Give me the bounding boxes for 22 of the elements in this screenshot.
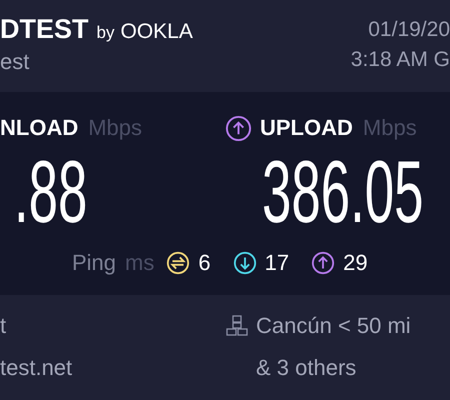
test-time: 3:18 AM G (350, 48, 450, 72)
ping-unit: ms (125, 250, 154, 276)
speed-value: 386.05 (262, 148, 424, 236)
ping-value: 29 (343, 250, 368, 276)
unit-label: Mbps (362, 115, 417, 141)
ping-value: 6 (198, 250, 211, 276)
speed-value: .88 (14, 148, 88, 236)
provider-host: test.net (0, 355, 74, 381)
subtitle: est (0, 49, 30, 75)
ping-value: 17 (264, 250, 290, 276)
brand-by-text: by (96, 23, 114, 43)
brand-logo-text: DTEST (0, 14, 89, 45)
server-location: Cancún < 50 mi (256, 313, 411, 339)
result-label: NLOAD (0, 115, 78, 141)
provider-name: t (0, 313, 8, 339)
result-label: UPLOAD (260, 115, 353, 141)
ping-label: Ping (72, 250, 116, 276)
test-date: 01/19/20 (368, 18, 450, 42)
server-icon (226, 315, 248, 337)
server-others: & 3 others (256, 355, 358, 381)
unit-label: Mbps (88, 115, 142, 141)
company-logo-text: OOKLA (120, 20, 193, 44)
